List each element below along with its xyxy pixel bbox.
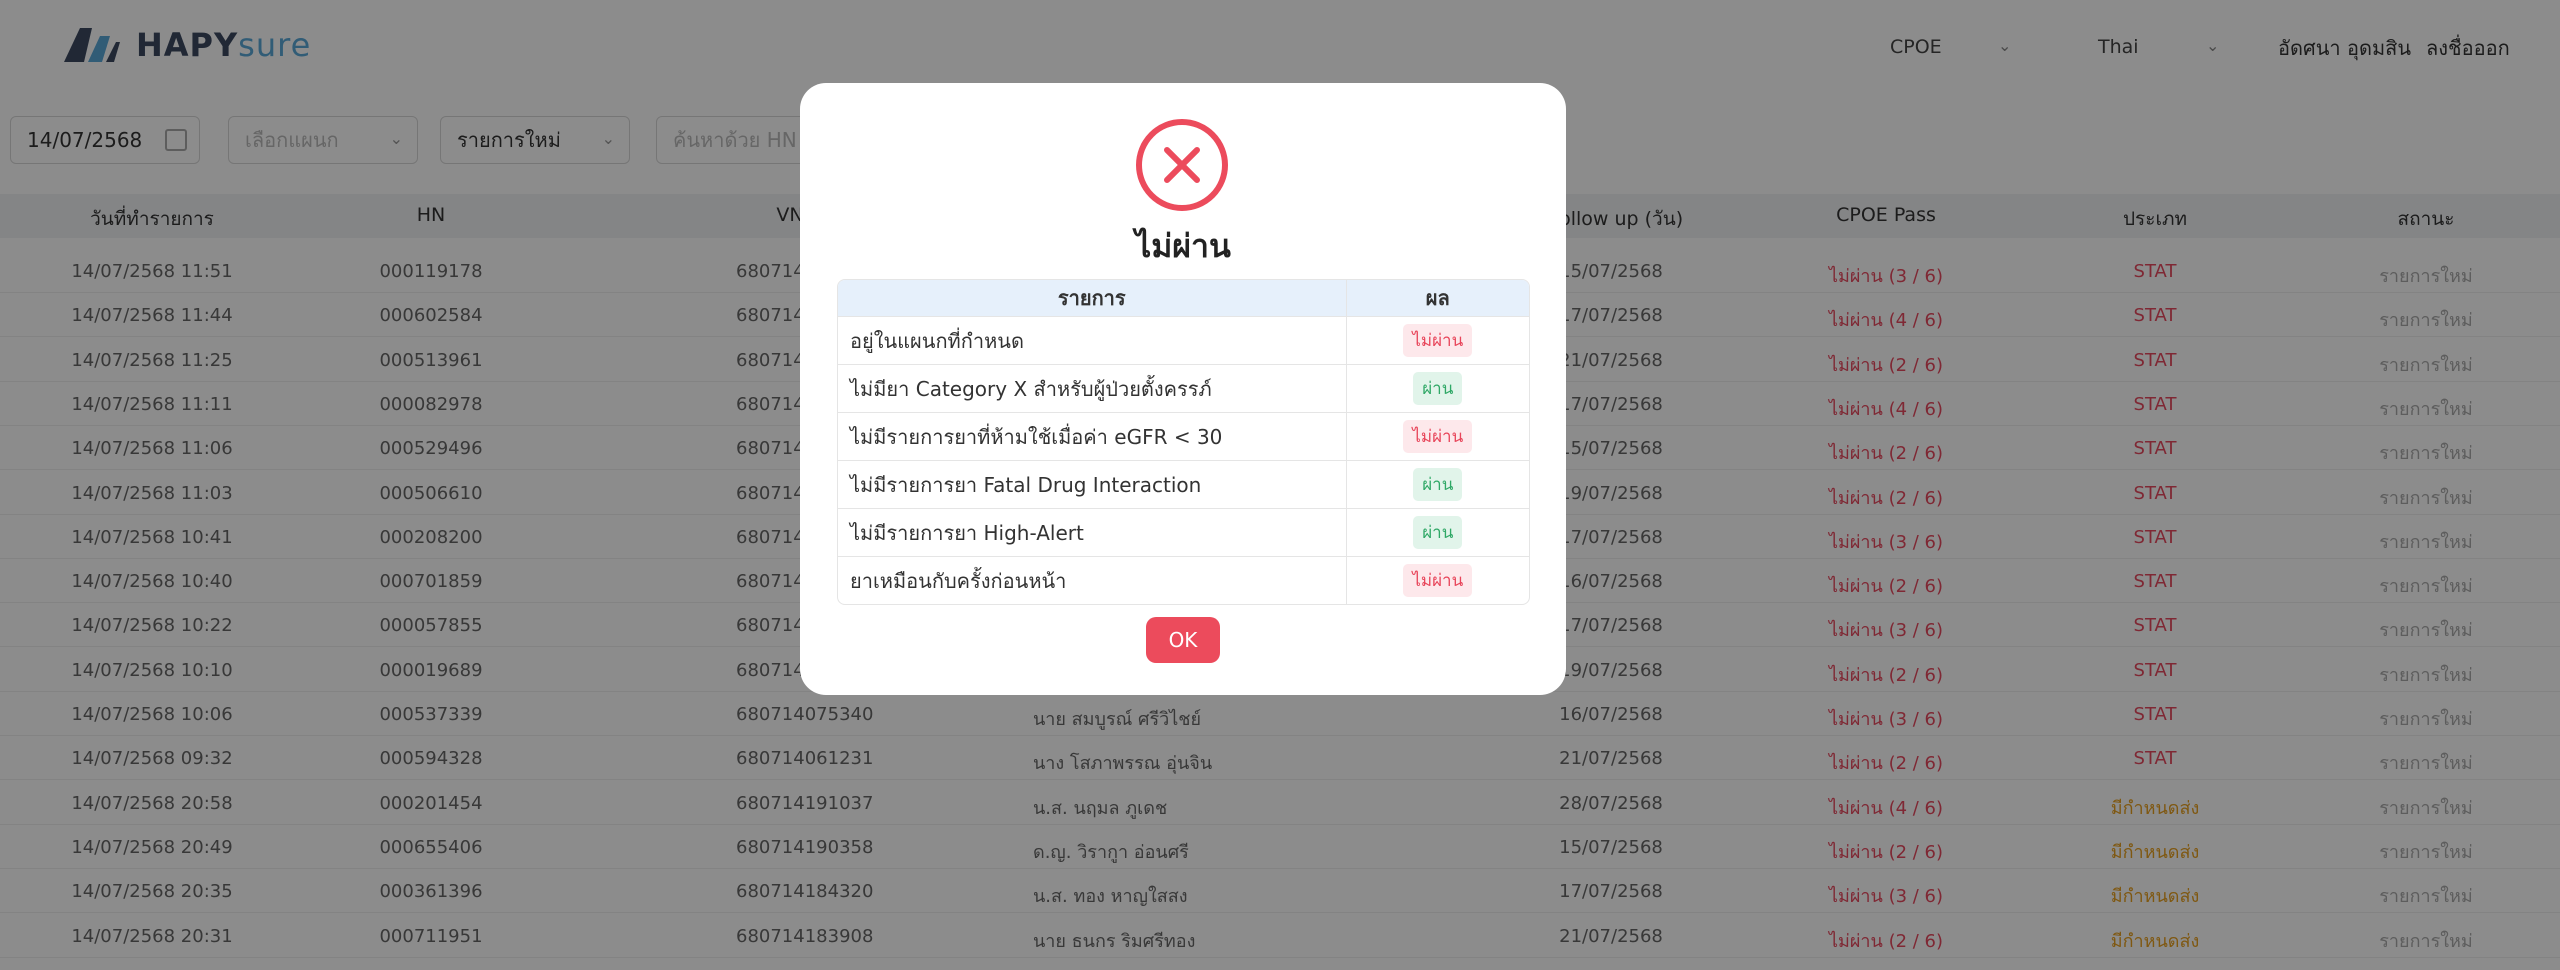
check-result-table: รายการ ผล อยู่ในแผนกที่กำหนด ไม่ผ่าน ไม่มี… [837,279,1530,605]
fail-badge: ไม่ผ่าน [1403,564,1473,597]
check-result-cell: ผ่าน [1347,509,1529,556]
check-result-cell: ผ่าน [1347,461,1529,508]
fail-badge: ไม่ผ่าน [1403,420,1473,453]
check-row: ไม่มีรายการยา High-Alert ผ่าน [838,508,1529,556]
check-item-label: ไม่มีรายการยา Fatal Drug Interaction [838,461,1347,508]
check-item-label: อยู่ในแผนกที่กำหนด [838,317,1347,364]
check-item-label: ยาเหมือนกับครั้งก่อนหน้า [838,557,1347,604]
pass-badge: ผ่าน [1413,516,1463,549]
check-item-label: ไม่มียา Category X สำหรับผู้ป่วยตั้งครรภ… [838,365,1347,412]
check-item-label: ไม่มีรายการยาที่ห้ามใช้เมื่อค่า eGFR < 3… [838,413,1347,460]
pass-badge: ผ่าน [1413,468,1463,501]
fail-badge: ไม่ผ่าน [1403,324,1473,357]
col-item: รายการ [838,280,1347,316]
check-row: ไม่มีรายการยาที่ห้ามใช้เมื่อค่า eGFR < 3… [838,412,1529,460]
col-result: ผล [1425,286,1450,310]
check-row: ยาเหมือนกับครั้งก่อนหน้า ไม่ผ่าน [838,556,1529,604]
modal-title: ไม่ผ่าน [1135,227,1231,265]
result-modal: ไม่ผ่าน รายการ ผล อยู่ในแผนกที่กำหนดไม่ผ… [800,83,1566,695]
pass-badge: ผ่าน [1413,372,1463,405]
check-result-cell: ไม่ผ่าน [1347,317,1529,364]
check-row: ไม่มียา Category X สำหรับผู้ป่วยตั้งครรภ… [838,364,1529,412]
check-result-cell: ผ่าน [1347,365,1529,412]
check-item-label: ไม่มีรายการยา High-Alert [838,509,1347,556]
ok-button[interactable]: OK [1146,617,1220,663]
check-row: อยู่ในแผนกที่กำหนด ไม่ผ่าน [838,316,1529,364]
check-result-cell: ไม่ผ่าน [1347,413,1529,460]
error-x-icon [1136,119,1228,211]
check-result-cell: ไม่ผ่าน [1347,557,1529,604]
check-table-header: รายการ ผล [838,280,1529,316]
check-row: ไม่มีรายการยา Fatal Drug Interaction ผ่าน [838,460,1529,508]
